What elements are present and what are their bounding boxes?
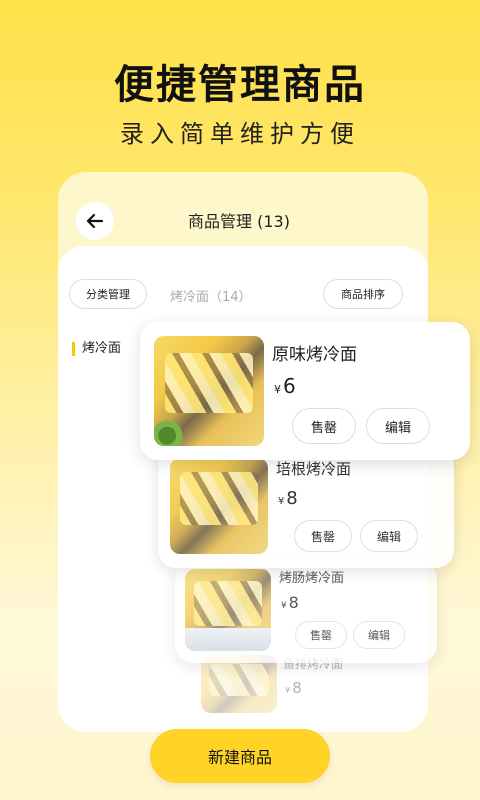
product-name: 培根烤冷面 [276,460,352,478]
product-price: ¥8 [285,679,302,697]
product-price: ¥8 [281,593,299,612]
edit-button[interactable]: 编辑 [360,520,418,552]
edit-button[interactable]: 编辑 [366,408,430,444]
product-price: ¥8 [278,488,298,509]
product-image [154,336,264,446]
sort-products-button[interactable]: 商品排序 [323,279,403,309]
edit-button[interactable]: 编辑 [353,621,405,649]
product-card-2[interactable]: 培根烤冷面 ¥8 售罄 编辑 [158,448,454,568]
arrow-left-icon [86,213,104,229]
product-name: 烤肠烤冷面 [279,571,345,586]
sold-out-button[interactable]: 售罄 [295,621,347,649]
product-card-4[interactable]: 鱼排烤冷面 ¥8 [195,655,415,715]
promo-subtitle: 录入简单维护方便 [120,120,360,148]
new-product-button[interactable]: 新建商品 [150,729,330,783]
page-title: 商品管理 (13) [188,212,290,231]
product-image [185,569,271,651]
category-manage-button[interactable]: 分类管理 [69,279,147,309]
product-name: 原味烤冷面 [272,345,357,365]
tab-category[interactable]: 烤冷面（14） [170,286,252,305]
product-price: ¥6 [274,374,296,398]
back-button[interactable] [76,202,114,240]
sidebar-item-category[interactable]: 烤冷面 [72,342,121,356]
product-image [201,655,277,713]
promo-title: 便捷管理商品 [114,62,366,108]
product-card-1[interactable]: 原味烤冷面 ¥6 售罄 编辑 [140,322,470,460]
sold-out-button[interactable]: 售罄 [294,520,352,552]
sold-out-button[interactable]: 售罄 [292,408,356,444]
product-image [170,458,268,554]
product-card-3[interactable]: 烤肠烤冷面 ¥8 售罄 编辑 [175,561,437,663]
